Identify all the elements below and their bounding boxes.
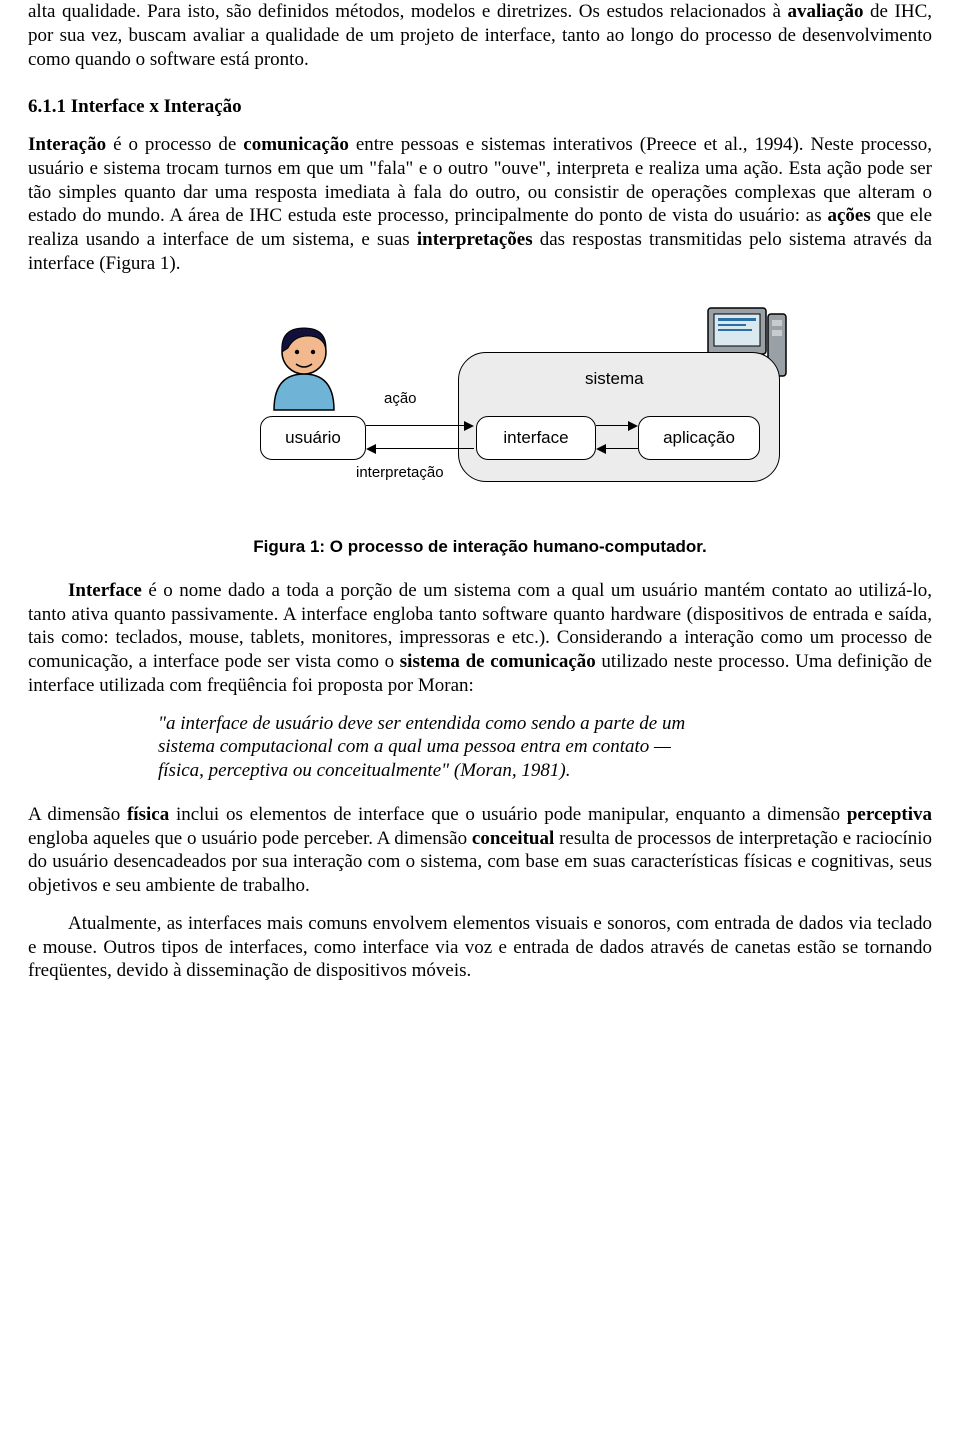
- text: é o processo de: [106, 134, 243, 155]
- usuario-box: usuário: [260, 416, 366, 460]
- interpretacao-label: interpretação: [356, 464, 444, 483]
- term-perceptiva: perceptiva: [847, 804, 932, 825]
- arrow-line: [374, 448, 474, 450]
- term-sistema-comunicacao: sistema de comunicação: [400, 651, 596, 672]
- arrow-head-left-icon: [596, 444, 606, 454]
- text: alta qualidade. Para isto, são definidos…: [28, 1, 788, 22]
- arrow-line: [604, 448, 638, 450]
- arrow-line: [366, 425, 466, 427]
- interface-label: interface: [503, 427, 568, 448]
- text: engloba aqueles que o usuário pode perce…: [28, 828, 472, 849]
- user-icon: [264, 322, 344, 412]
- text: A dimensão: [28, 804, 127, 825]
- heading-611: 6.1.1 Interface x Interação: [28, 95, 932, 119]
- paragraph-interface: Interface é o nome dado a toda a porção …: [28, 579, 932, 698]
- term-interacao: Interação: [28, 134, 106, 155]
- interaction-diagram: sistema usuário interface aplicação ação…: [160, 312, 800, 522]
- quote-line: sistema computacional com a qual uma pes…: [158, 735, 798, 759]
- text: inclui os elementos de interface que o u…: [169, 804, 847, 825]
- paragraph-atual: Atualmente, as interfaces mais comuns en…: [28, 912, 932, 983]
- aplicacao-box: aplicação: [638, 416, 760, 460]
- term-fisica: física: [127, 804, 169, 825]
- term-conceitual: conceitual: [472, 828, 554, 849]
- acao-label: ação: [384, 390, 417, 409]
- term-interpretacoes: interpretações: [417, 229, 533, 250]
- term-acoes: ações: [827, 205, 870, 226]
- term-interface: Interface: [68, 580, 142, 601]
- paragraph-dimensoes: A dimensão física inclui os elementos de…: [28, 803, 932, 898]
- figure-1: sistema usuário interface aplicação ação…: [28, 312, 932, 522]
- quote-line: física, perceptiva ou conceitualmente" (…: [158, 759, 798, 783]
- term-avaliacao: avaliação: [788, 1, 864, 22]
- arrow-head-right-icon: [628, 421, 638, 431]
- figure-1-caption: Figura 1: O processo de interação humano…: [28, 536, 932, 557]
- sistema-label: sistema: [585, 368, 644, 389]
- paragraph-interacao: Interação é o processo de comunicação en…: [28, 133, 932, 276]
- paragraph-intro: alta qualidade. Para isto, são definidos…: [28, 0, 932, 71]
- arrow-head-left-icon: [366, 444, 376, 454]
- quote-line: "a interface de usuário deve ser entendi…: [158, 712, 798, 736]
- arrow-line: [596, 425, 630, 427]
- aplicacao-label: aplicação: [663, 427, 735, 448]
- interface-box: interface: [476, 416, 596, 460]
- arrow-head-right-icon: [464, 421, 474, 431]
- usuario-label: usuário: [285, 427, 341, 448]
- term-comunicacao: comunicação: [243, 134, 349, 155]
- moran-quote: "a interface de usuário deve ser entendi…: [158, 712, 798, 783]
- document-page: alta qualidade. Para isto, são definidos…: [0, 0, 960, 1037]
